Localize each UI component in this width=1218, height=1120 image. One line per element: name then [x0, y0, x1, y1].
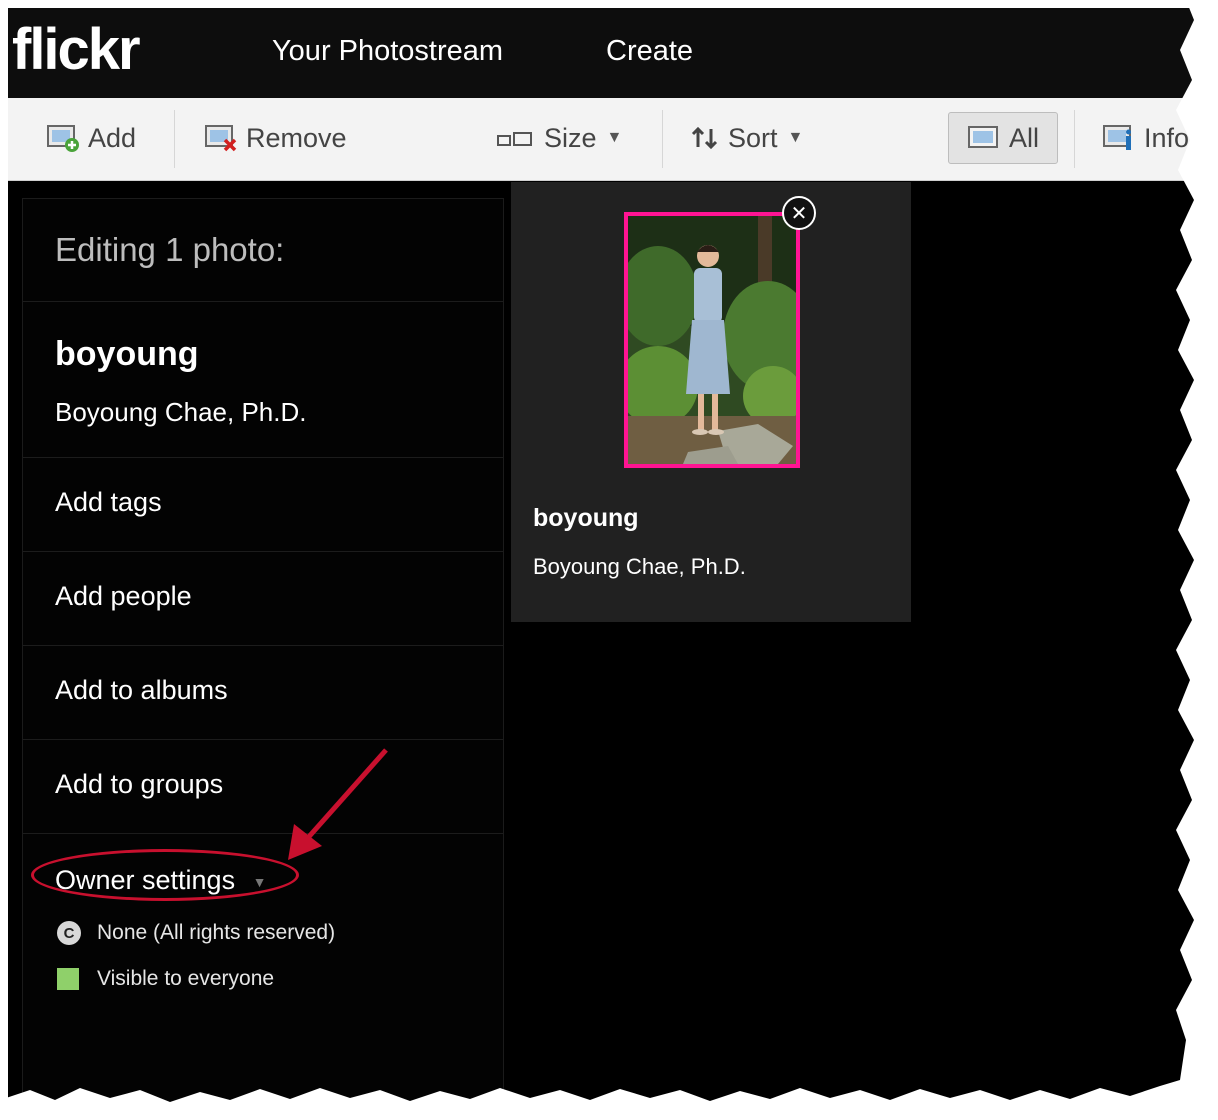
add-to-albums-label: Add to albums	[55, 675, 228, 705]
add-people-button[interactable]: Add people	[23, 551, 503, 646]
editing-heading-row: Editing 1 photo:	[23, 199, 503, 302]
remove-button[interactable]: Remove	[204, 118, 347, 158]
photo-card[interactable]: ✕ boyoung Boyoung Chae, Ph.D.	[511, 182, 911, 622]
photo-description-field[interactable]: Boyoung Chae, Ph.D.	[55, 397, 307, 428]
info-button[interactable]: Info	[1102, 118, 1189, 158]
card-title: boyoung	[533, 504, 639, 532]
remove-photo-close-icon[interactable]: ✕	[782, 196, 816, 230]
copyright-icon: C	[57, 921, 81, 945]
photo-thumbnail[interactable]	[624, 212, 800, 468]
add-label: Add	[88, 122, 137, 153]
owner-settings-label: Owner settings	[55, 865, 236, 895]
license-setting[interactable]: C None (All rights reserved)	[57, 921, 335, 945]
sort-icon	[691, 126, 718, 150]
flickr-logo[interactable]: flickr	[12, 20, 141, 80]
top-nav: flickr Your Photostream Create	[8, 8, 1198, 98]
sort-label: Sort	[728, 122, 778, 153]
add-to-groups-label: Add to groups	[55, 769, 224, 799]
info-label: Info	[1144, 122, 1190, 153]
size-dropdown[interactable]: Size ▼	[496, 118, 622, 158]
sort-dropdown[interactable]: Sort ▼	[690, 118, 803, 158]
add-to-groups-button[interactable]: Add to groups	[23, 739, 503, 834]
remove-photo-icon	[205, 125, 237, 152]
add-tags-button[interactable]: Add tags	[23, 457, 503, 552]
info-icon	[1103, 125, 1131, 150]
annotation-arrow	[288, 748, 388, 860]
nav-your-photostream[interactable]: Your Photostream	[272, 34, 503, 68]
photo-image	[628, 216, 796, 464]
chevron-down-icon: ▼	[606, 129, 623, 146]
edit-panel: Editing 1 photo: boyoung Boyoung Chae, P…	[22, 198, 504, 1112]
title-description-editor[interactable]: boyoung Boyoung Chae, Ph.D.	[23, 301, 503, 458]
add-photo-icon	[47, 125, 79, 152]
nav-create[interactable]: Create	[606, 34, 693, 68]
card-description: Boyoung Chae, Ph.D.	[533, 554, 746, 579]
add-to-albums-button[interactable]: Add to albums	[23, 645, 503, 740]
size-label: Size	[544, 122, 597, 153]
app-frame: flickr Your Photostream Create Add Remov…	[8, 8, 1198, 1112]
toolbar-divider	[174, 110, 175, 168]
all-label: All	[1008, 122, 1039, 153]
chevron-down-icon: ▼	[787, 129, 804, 146]
add-people-label: Add people	[55, 581, 192, 611]
toolbar-divider	[662, 110, 663, 168]
toolbar-divider	[1074, 110, 1075, 168]
toolbar: Add Remove Size ▼ Sort ▼ All Info	[8, 98, 1198, 181]
public-visibility-icon	[57, 968, 79, 990]
size-icon	[497, 132, 532, 146]
visibility-setting[interactable]: Visible to everyone	[57, 967, 274, 991]
editing-heading: Editing 1 photo:	[55, 231, 285, 268]
chevron-down-icon: ▼	[252, 873, 267, 890]
remove-label: Remove	[246, 122, 347, 153]
visibility-label: Visible to everyone	[97, 967, 275, 990]
photo-title-field[interactable]: boyoung	[55, 335, 199, 374]
all-button[interactable]: All	[948, 112, 1058, 164]
add-button[interactable]: Add	[46, 118, 136, 158]
owner-settings-dropdown[interactable]: Owner settings ▼	[55, 865, 266, 896]
select-all-icon	[967, 126, 998, 148]
add-tags-label: Add tags	[55, 487, 162, 517]
license-label: None (All rights reserved)	[97, 921, 336, 944]
